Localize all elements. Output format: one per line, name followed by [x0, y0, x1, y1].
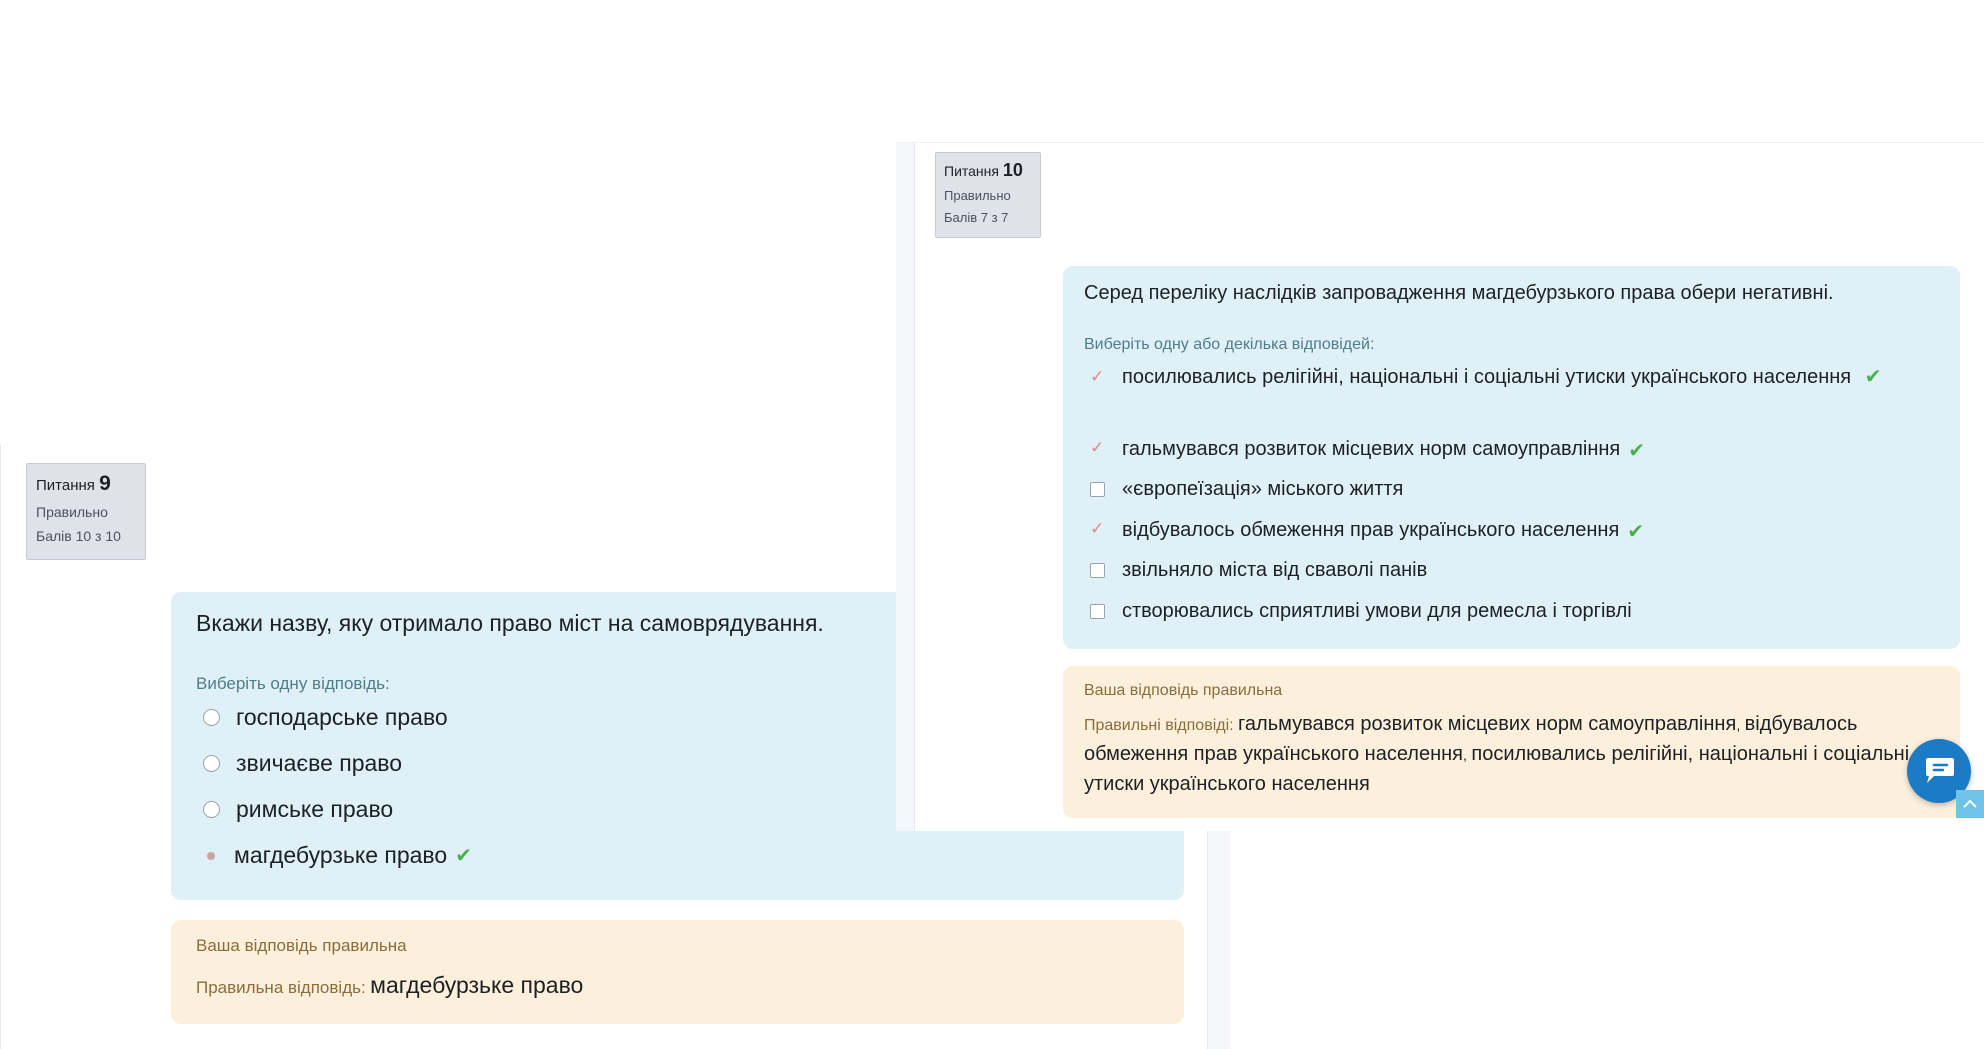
- question-number: Питання 10: [944, 160, 1032, 181]
- answer-option[interactable]: римське право: [203, 796, 393, 823]
- option-label: гальмувався розвиток місцевих норм самоу…: [1122, 438, 1621, 460]
- answer-prompt: Виберіть одну або декілька відповідей:: [1084, 336, 1375, 353]
- chat-icon: [1926, 758, 1954, 783]
- option-label: посилювались релігійні, національні і со…: [1122, 363, 1881, 392]
- check-icon: ✔: [1627, 521, 1645, 543]
- correct-answer-label: Правильна відповідь:: [196, 978, 366, 997]
- option-label: господарське право: [236, 704, 448, 730]
- radio-button[interactable]: [203, 755, 220, 772]
- answer-option[interactable]: магдебурзьке право ✔: [203, 842, 472, 869]
- question-text: Вкажи назву, яку отримало право міст на …: [196, 610, 824, 636]
- option-label: звичаєве право: [236, 750, 403, 776]
- answer-separator: ,: [1463, 747, 1467, 763]
- checkbox[interactable]: [1090, 604, 1105, 619]
- question-status: Правильно: [36, 504, 108, 520]
- correct-answers-line: Правильні відповіді: гальмувався розвито…: [1084, 710, 1944, 800]
- answer-separator: ,: [1736, 717, 1741, 733]
- feedback-title: Ваша відповідь правильна: [196, 936, 407, 955]
- option-label: відбувалось обмеження прав українського …: [1122, 519, 1620, 541]
- option-label: римське право: [236, 796, 394, 822]
- question-10-content: Серед переліку наслідків запровадження м…: [1063, 266, 1960, 649]
- question-label: Питання: [944, 163, 999, 179]
- answer-option[interactable]: створювались сприятливі умови для ремесл…: [1090, 600, 1632, 623]
- radio-button[interactable]: [203, 801, 220, 818]
- checkbox[interactable]: [1090, 482, 1105, 497]
- question-10-info: Питання 10 Правильно Балів 7 з 7: [935, 152, 1041, 238]
- option-label-text: посилювались релігійні, національні і со…: [1122, 366, 1852, 388]
- selected-check-icon[interactable]: ✓: [1090, 367, 1105, 387]
- question-10-panel: Питання 10 Правильно Балів 7 з 7 Серед п…: [896, 142, 1984, 831]
- radio-button[interactable]: [203, 709, 220, 726]
- correct-answer-1: гальмувався розвиток місцевих норм самоу…: [1238, 713, 1737, 735]
- answer-option[interactable]: ✓ відбувалось обмеження прав українськог…: [1090, 519, 1644, 544]
- check-icon: ✔: [1628, 440, 1646, 462]
- selected-check-icon[interactable]: ✓: [1090, 519, 1105, 539]
- answer-option[interactable]: звільняло міста від сваволі панів: [1090, 559, 1427, 582]
- check-icon: ✔: [1864, 366, 1882, 388]
- question-9-info: Питання 9 Правильно Балів 10 з 10: [26, 463, 146, 560]
- answer-option[interactable]: ✓ гальмувався розвиток місцевих норм сам…: [1090, 438, 1645, 463]
- question-number-value: 9: [99, 472, 111, 495]
- question-score: Балів 10 з 10: [36, 528, 121, 544]
- answer-option[interactable]: господарське право: [203, 704, 448, 731]
- question-score: Балів 7 з 7: [944, 210, 1009, 225]
- question-label: Питання: [36, 477, 95, 494]
- option-label: «європеїзація» міського життя: [1122, 478, 1404, 500]
- question-number: Питання 9: [36, 472, 136, 496]
- option-label: звільняло міста від сваволі панів: [1122, 559, 1428, 581]
- answer-option[interactable]: звичаєве право: [203, 750, 402, 777]
- chevron-up-icon: [1963, 799, 1977, 808]
- feedback-title: Ваша відповідь правильна: [1084, 682, 1283, 699]
- correct-answer-line: Правильна відповідь: магдебурзьке право: [196, 972, 583, 999]
- answer-option[interactable]: ✓ посилювались релігійні, національні і …: [1090, 366, 1940, 392]
- correct-answer-text: магдебурзьке право: [370, 972, 584, 998]
- question-text: Серед переліку наслідків запровадження м…: [1084, 282, 1834, 304]
- question-10-feedback: Ваша відповідь правильна Правильні відпо…: [1063, 666, 1960, 818]
- check-icon: ✔: [455, 845, 472, 867]
- checkbox[interactable]: [1090, 563, 1105, 578]
- radio-button-selected[interactable]: [203, 848, 218, 863]
- selected-check-icon[interactable]: ✓: [1090, 438, 1105, 458]
- option-label: магдебурзьке право: [234, 842, 448, 868]
- question-number-value: 10: [1002, 160, 1023, 180]
- answer-prompt: Виберіть одну відповідь:: [196, 674, 390, 693]
- scrollbar-track[interactable]: [896, 143, 915, 831]
- scroll-top-button[interactable]: [1956, 790, 1984, 818]
- correct-answers-label: Правильні відповіді:: [1084, 717, 1234, 734]
- option-label: створювались сприятливі умови для ремесл…: [1122, 600, 1632, 622]
- question-9-feedback: Ваша відповідь правильна Правильна відпо…: [171, 920, 1184, 1024]
- answer-option[interactable]: «європеїзація» міського життя: [1090, 478, 1403, 501]
- question-status: Правильно: [944, 188, 1011, 203]
